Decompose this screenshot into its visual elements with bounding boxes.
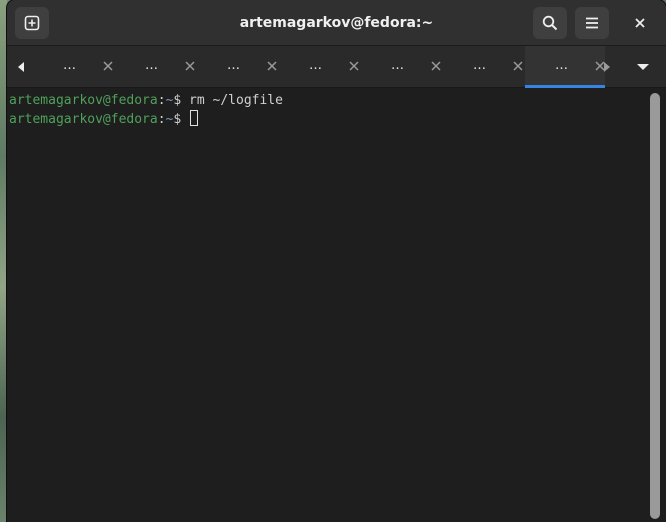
window-title: artemagarkov@fedora:~: [239, 15, 434, 31]
prompt-separator: :: [157, 93, 166, 108]
close-icon: [635, 18, 645, 28]
close-icon: [431, 61, 441, 71]
tab-label: …: [555, 58, 568, 73]
terminal-tab[interactable]: …: [115, 46, 195, 88]
terminal-tab[interactable]: …: [197, 46, 277, 88]
scrollbar[interactable]: [650, 93, 660, 519]
tab-close-button[interactable]: [511, 59, 525, 73]
search-icon: [542, 15, 558, 31]
arrow-left-icon: [18, 62, 24, 72]
tab-close-button[interactable]: [101, 59, 115, 73]
tab-close-button[interactable]: [347, 59, 361, 73]
scroll-tabs-right-button[interactable]: [595, 46, 619, 88]
scroll-tabs-left-button[interactable]: [9, 46, 33, 88]
tab-close-button[interactable]: [183, 59, 197, 73]
tab-label: …: [145, 58, 158, 73]
prompt-symbol: $: [173, 112, 190, 127]
tab-label: …: [473, 58, 486, 73]
terminal-line: artemagarkov@fedora:~$: [9, 110, 666, 128]
terminal-tab[interactable]: …: [525, 46, 605, 88]
terminal-tab[interactable]: …: [443, 46, 523, 88]
arrow-right-icon: [604, 62, 610, 72]
new-tab-button[interactable]: [15, 7, 49, 39]
new-tab-icon: [24, 15, 40, 31]
tab-close-button[interactable]: [265, 59, 279, 73]
terminal-line: artemagarkov@fedora:~$ rm ~/logfile: [9, 92, 666, 110]
terminal-output[interactable]: artemagarkov@fedora:~$ rm ~/logfile arte…: [7, 89, 666, 522]
terminal-tab[interactable]: …: [279, 46, 359, 88]
prompt-separator: :: [157, 112, 166, 127]
close-icon: [513, 61, 523, 71]
command-text: rm ~/logfile: [189, 93, 283, 108]
prompt-user: artemagarkov@fedora: [9, 93, 158, 108]
tab-label: …: [391, 58, 404, 73]
text-cursor: [190, 110, 199, 126]
active-tab-indicator: [525, 85, 605, 88]
close-icon: [349, 61, 359, 71]
close-icon: [267, 61, 277, 71]
main-menu-button[interactable]: [575, 7, 609, 39]
prompt-symbol: $: [173, 93, 190, 108]
close-icon: [103, 61, 113, 71]
search-button[interactable]: [533, 7, 567, 39]
terminal-tab[interactable]: …: [361, 46, 441, 88]
tab-bar: … … … … … … …: [7, 46, 666, 88]
chevron-down-icon: [637, 64, 649, 70]
tab-list-dropdown-button[interactable]: [629, 46, 657, 88]
terminal-window: artemagarkov@fedora:~ … … … … … … … arte…: [7, 0, 666, 522]
desktop-background: [0, 0, 7, 522]
tab-close-button[interactable]: [429, 59, 443, 73]
headerbar: artemagarkov@fedora:~: [7, 0, 666, 46]
tab-label: …: [63, 58, 76, 73]
close-icon: [185, 61, 195, 71]
tab-label: …: [309, 58, 322, 73]
tab-label: …: [227, 58, 240, 73]
terminal-tab[interactable]: …: [33, 46, 113, 88]
prompt-user: artemagarkov@fedora: [9, 112, 158, 127]
hamburger-menu-icon: [586, 17, 598, 29]
close-window-button[interactable]: [625, 7, 655, 39]
